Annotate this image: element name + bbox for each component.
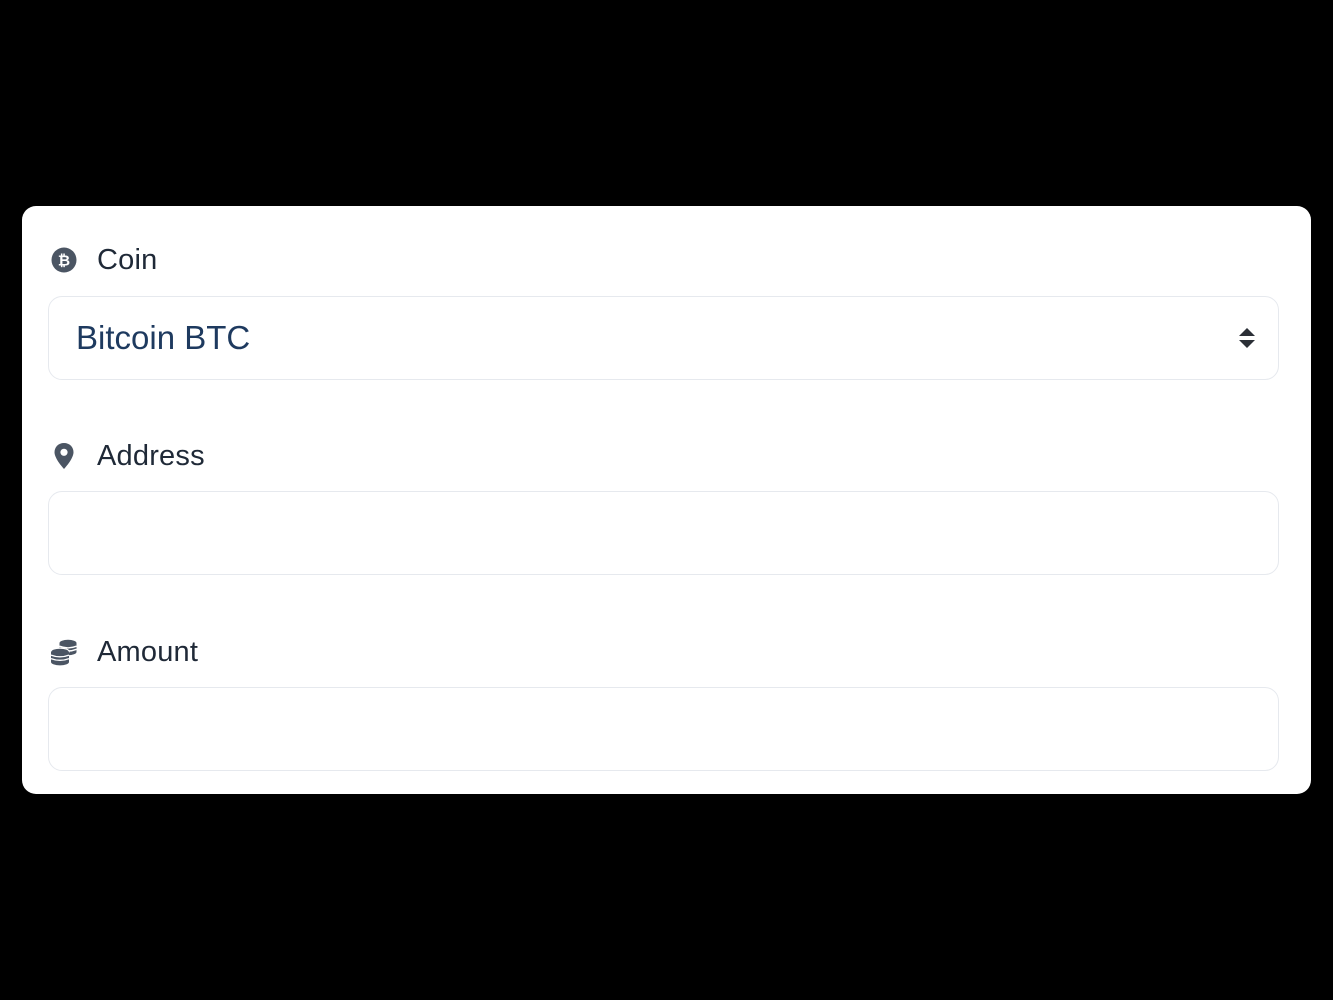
address-input[interactable]: [49, 492, 1278, 574]
coin-select[interactable]: Bitcoin BTC: [48, 296, 1279, 380]
coins-icon: [50, 638, 78, 666]
bitcoin-icon: ₿: [50, 246, 78, 274]
select-arrows-icon: [1238, 327, 1256, 349]
amount-label-row: Amount: [50, 632, 198, 672]
address-label: Address: [97, 439, 205, 472]
coin-label-row: ₿ Coin: [50, 240, 157, 280]
coin-select-value: Bitcoin BTC: [76, 319, 251, 356]
coin-label: Coin: [97, 243, 158, 276]
amount-field[interactable]: [48, 687, 1279, 771]
amount-input[interactable]: [49, 688, 1278, 770]
amount-label: Amount: [97, 635, 199, 668]
send-form-card: ₿ Coin Bitcoin BTC Address Amount: [22, 206, 1311, 794]
map-pin-icon: [50, 442, 78, 470]
svg-text:₿: ₿: [58, 252, 70, 270]
address-field[interactable]: [48, 491, 1279, 575]
address-label-row: Address: [50, 436, 205, 476]
